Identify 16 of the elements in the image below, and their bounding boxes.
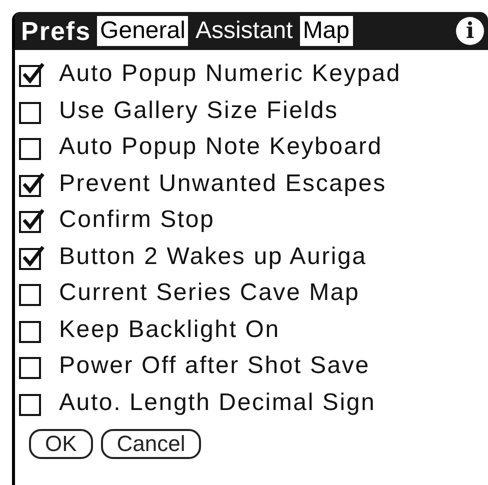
tab[interactable]: Map — [300, 16, 352, 46]
option-label: Button 2 Wakes up Auriga — [59, 242, 367, 272]
cancel-button[interactable]: Cancel — [100, 429, 202, 459]
option-label: Prevent Unwanted Escapes — [59, 168, 386, 199]
option-label: Auto Popup Numeric Keypad — [59, 59, 402, 90]
option-label: Auto. Length Decimal Sign — [59, 388, 376, 418]
tab[interactable]: General — [97, 16, 188, 46]
option-label: Auto Popup Note Keyboard — [59, 132, 382, 162]
option-label: Power Off after Shot Save — [59, 351, 370, 382]
option-label: Keep Backlight On — [59, 314, 280, 345]
ok-button[interactable]: OK — [29, 429, 93, 459]
option-label: Use Gallery Size Fields — [59, 96, 338, 126]
dialog-title: Prefs — [21, 14, 92, 48]
info-icon[interactable]: i — [456, 17, 484, 45]
option-label: Current Series Cave Map — [59, 278, 360, 308]
option-label: Confirm Stop — [59, 205, 215, 236]
